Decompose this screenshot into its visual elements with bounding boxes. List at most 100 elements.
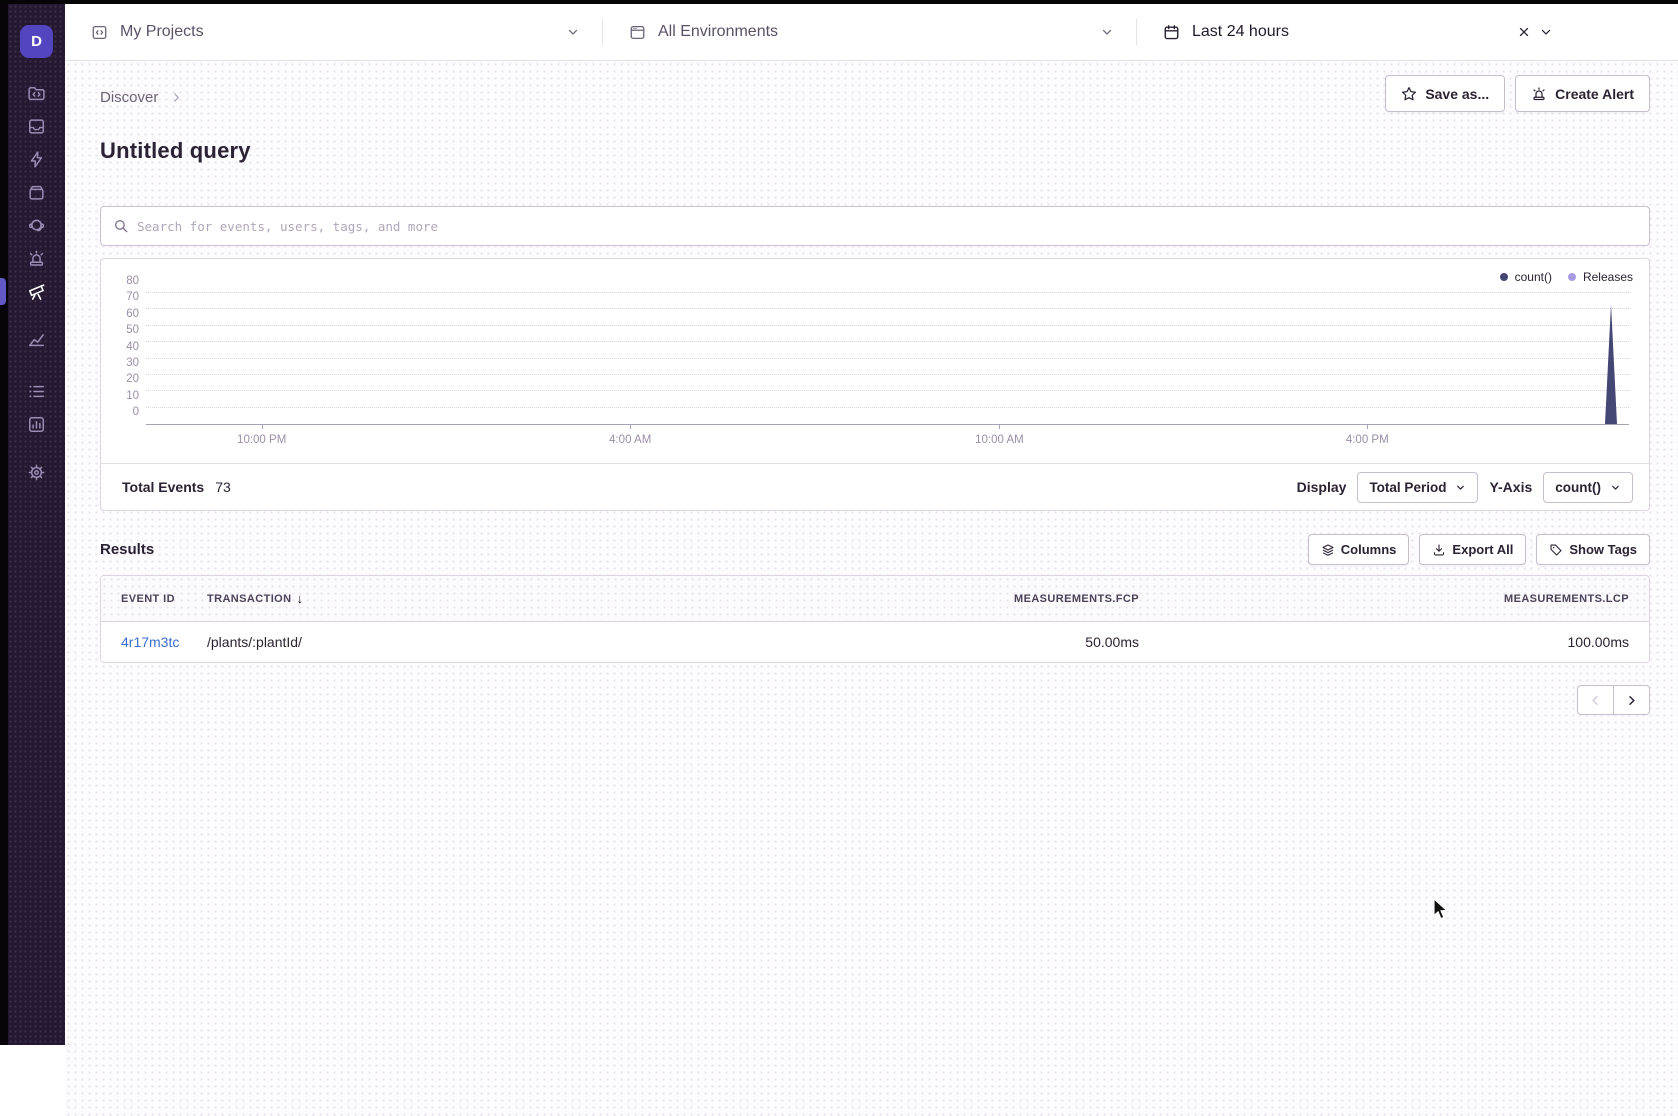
sidebar-item-activity[interactable] <box>27 382 47 400</box>
alerts-icon <box>27 249 46 268</box>
chart-footer-controls: Display Total Period Y-Axis count() <box>1297 472 1633 503</box>
chevron-down-icon <box>1610 482 1621 493</box>
projects-icon <box>27 84 46 103</box>
table-row: 4r17m3tc /plants/:plantId/ 50.00ms 100.0… <box>101 622 1649 662</box>
save-as-button[interactable]: Save as... <box>1385 75 1505 112</box>
cell-transaction: /plants/:plantId/ <box>207 634 939 650</box>
breadcrumb: Discover <box>100 89 183 106</box>
events-chart: count() Releases 0102030405060708010:00 … <box>101 259 1649 463</box>
sort-descending-icon: ↓ <box>296 591 303 606</box>
layers-icon <box>1321 543 1335 557</box>
sidebar-item-alerts[interactable] <box>27 249 47 267</box>
legend-item-releases[interactable]: Releases <box>1568 270 1633 284</box>
y-axis-select-value: count() <box>1555 480 1601 495</box>
chevron-down-icon <box>1100 25 1114 39</box>
performance-icon <box>27 150 46 169</box>
show-tags-button[interactable]: Show Tags <box>1536 534 1650 565</box>
project-selector[interactable]: My Projects <box>65 4 602 60</box>
date-range-selector[interactable]: Last 24 hours <box>1137 4 1678 60</box>
sidebar-item-projects[interactable] <box>27 84 47 102</box>
chevron-down-icon <box>566 25 580 39</box>
main-area: My Projects All Environments <box>65 4 1678 1116</box>
discover-icon <box>27 282 46 301</box>
legend-item-count[interactable]: count() <box>1500 270 1552 284</box>
releases-series-dot <box>1568 273 1576 281</box>
chevron-down-icon[interactable] <box>1539 25 1553 39</box>
page-content: Discover Save as... <box>65 61 1678 1116</box>
sidebar-item-performance[interactable] <box>27 150 47 168</box>
settings-icon <box>27 463 46 482</box>
results-title: Results <box>100 541 154 558</box>
user-feedback-icon <box>27 216 46 235</box>
columns-label: Columns <box>1341 542 1397 557</box>
show-tags-label: Show Tags <box>1569 542 1637 557</box>
activity-icon <box>27 382 46 401</box>
breadcrumb-discover[interactable]: Discover <box>100 89 158 106</box>
event-id-link[interactable]: 4r17m3tc <box>121 634 179 650</box>
environment-selector[interactable]: All Environments <box>603 4 1136 60</box>
sidebar-item-releases[interactable] <box>27 183 47 201</box>
previous-page-button[interactable] <box>1577 685 1614 715</box>
chart-footer: Total Events 73 Display Total Period Y-A… <box>101 463 1649 510</box>
display-select[interactable]: Total Period <box>1357 472 1478 503</box>
display-label: Display <box>1297 479 1347 495</box>
col-header-transaction[interactable]: TRANSACTION ↓ <box>207 591 939 606</box>
siren-icon <box>1531 86 1547 102</box>
y-axis-label: Y-Axis <box>1489 479 1532 495</box>
next-page-button[interactable] <box>1613 685 1650 715</box>
chevron-right-icon <box>170 91 183 104</box>
clear-date-icon[interactable] <box>1517 25 1531 39</box>
project-selector-label: My Projects <box>120 23 204 41</box>
chart-plot-area: 0102030405060708010:00 PM4:00 AM10:00 AM… <box>146 294 1629 425</box>
page-header: Discover Save as... <box>100 61 1650 112</box>
sidebar-item-dashboards[interactable] <box>27 330 47 348</box>
col-header-event-id[interactable]: EVENT ID <box>121 593 207 605</box>
date-range-label: Last 24 hours <box>1192 23 1289 41</box>
sidebar-item-discover[interactable] <box>27 282 47 300</box>
search-icon <box>113 218 129 234</box>
chart-legend: count() Releases <box>1500 270 1633 284</box>
export-all-button[interactable]: Export All <box>1419 534 1526 565</box>
col-header-measurements-fcp[interactable]: MEASUREMENTS.FCP <box>939 593 1139 605</box>
sidebar-item-settings[interactable] <box>27 463 47 481</box>
page-filter-bar: My Projects All Environments <box>65 4 1678 61</box>
cell-measurements-lcp: 100.00ms <box>1139 634 1629 650</box>
org-avatar[interactable]: D <box>20 25 53 58</box>
create-alert-button[interactable]: Create Alert <box>1515 75 1650 112</box>
stats-icon <box>27 415 46 434</box>
app-window: D <box>0 0 1678 1116</box>
header-actions: Save as... Create Alert <box>1385 75 1650 112</box>
issues-icon <box>27 117 46 136</box>
results-table-header: EVENT ID TRANSACTION ↓ MEASUREMENTS.FCP … <box>101 576 1649 622</box>
tag-icon <box>1549 543 1563 557</box>
download-icon <box>1432 543 1446 557</box>
events-chart-panel: count() Releases 0102030405060708010:00 … <box>100 258 1650 511</box>
col-header-measurements-lcp[interactable]: MEASUREMENTS.LCP <box>1139 593 1629 605</box>
star-icon <box>1401 86 1417 102</box>
environment-selector-label: All Environments <box>658 23 778 41</box>
sidebar-item-issues[interactable] <box>27 117 47 135</box>
sidebar-nav <box>8 84 65 496</box>
create-alert-label: Create Alert <box>1555 86 1634 102</box>
projects-icon <box>91 24 108 41</box>
columns-button[interactable]: Columns <box>1308 534 1410 565</box>
count-series-dot <box>1500 273 1508 281</box>
display-select-value: Total Period <box>1369 480 1446 495</box>
total-events-label: Total Events <box>122 479 204 495</box>
sidebar: D <box>0 4 65 1045</box>
export-all-label: Export All <box>1452 542 1513 557</box>
sidebar-active-indicator <box>0 278 6 305</box>
legend-releases-label: Releases <box>1583 270 1633 284</box>
environment-icon <box>629 24 646 41</box>
search-input[interactable] <box>137 219 1637 234</box>
sidebar-item-stats[interactable] <box>27 415 47 433</box>
search-bar[interactable] <box>100 206 1650 246</box>
pagination <box>100 685 1650 715</box>
count-spike <box>1605 304 1617 424</box>
sidebar-item-user-feedback[interactable] <box>27 216 47 234</box>
y-axis-select[interactable]: count() <box>1543 472 1633 503</box>
save-as-label: Save as... <box>1425 86 1489 102</box>
window-top-edge <box>0 0 1678 4</box>
dashboards-icon <box>27 330 46 349</box>
legend-count-label: count() <box>1515 270 1552 284</box>
